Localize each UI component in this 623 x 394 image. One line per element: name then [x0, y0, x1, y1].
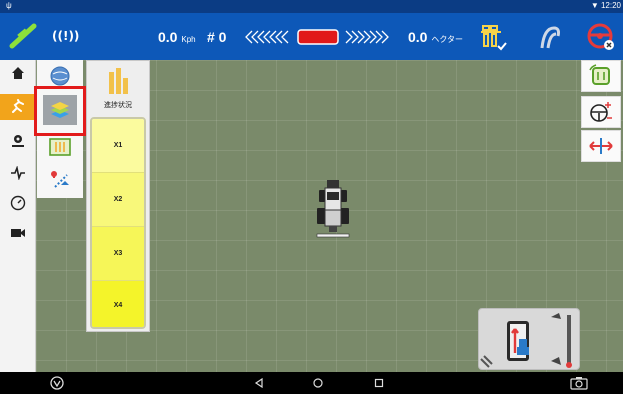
- progress-row-x1[interactable]: X1: [92, 119, 144, 173]
- tractor-run-icon: [12, 99, 24, 113]
- row-number: # 0: [207, 29, 227, 45]
- guidance-center-indicator: [297, 29, 339, 45]
- progress-panel-header[interactable]: 進捗状況: [87, 61, 149, 115]
- globe-icon: [50, 66, 70, 86]
- home-circle-icon: [313, 378, 323, 388]
- status-bar: ψ ▼ 12:20: [0, 0, 623, 13]
- steering-sensitivity-button[interactable]: [581, 96, 621, 128]
- sidebar-item-gauge[interactable]: [0, 190, 36, 216]
- recents-icon: [374, 378, 384, 388]
- layer-button-route[interactable]: [43, 164, 77, 194]
- field-view-button[interactable]: [581, 60, 621, 92]
- signal-status: ((!)): [52, 29, 80, 43]
- selected-layer-highlight: [34, 86, 86, 136]
- progress-panel: 進捗状況 X1 X2 X3 X4: [86, 60, 150, 332]
- tractor-icon: [316, 180, 350, 238]
- sidebar-item-camera[interactable]: [0, 220, 36, 246]
- clock-time: 12:20: [600, 1, 621, 10]
- left-sidebar: [0, 60, 36, 372]
- sidebar-item-home[interactable]: [0, 60, 36, 86]
- pulse-icon: [11, 166, 25, 180]
- sidebar-item-settings[interactable]: [0, 128, 36, 154]
- recents-button[interactable]: [372, 375, 386, 391]
- progress-row-x4[interactable]: X4: [92, 281, 144, 327]
- home-icon: [12, 67, 24, 79]
- area-readout: 0.0 ヘクター: [408, 29, 463, 45]
- offset-arrows-icon: [589, 138, 613, 154]
- speed-readout: 0.0 Kph: [158, 29, 196, 45]
- steering-control-widget[interactable]: [478, 308, 580, 370]
- curve-path-icon[interactable]: [536, 22, 566, 52]
- satellite-icon[interactable]: [8, 23, 38, 49]
- speed-unit: Kph: [181, 35, 196, 44]
- progress-row-x3[interactable]: X3: [92, 227, 144, 281]
- offset-button[interactable]: [581, 130, 621, 162]
- field-icon: [49, 138, 71, 156]
- speed-value: 0.0: [158, 29, 178, 45]
- guidance-lightbar: [245, 29, 389, 45]
- implement-icon[interactable]: [478, 22, 508, 52]
- brand-logo-icon: [50, 376, 64, 390]
- top-toolbar: ((!)) 0.0 Kph # 0 0.0 ヘクター: [0, 13, 623, 60]
- steering-disabled-icon[interactable]: [586, 22, 616, 52]
- system-nav-bar: [0, 372, 623, 394]
- settings-icon: [12, 135, 24, 147]
- screenshot-camera-icon: [570, 377, 588, 390]
- home-button[interactable]: [311, 375, 325, 391]
- usb-icon: ψ: [6, 1, 12, 10]
- route-icon: [51, 171, 69, 188]
- back-icon: [254, 378, 263, 388]
- auto-steer-icon: [480, 313, 572, 368]
- area-unit: ヘクター: [431, 35, 464, 44]
- brand-logo-button[interactable]: [48, 375, 66, 391]
- screenshot-button[interactable]: [568, 375, 590, 391]
- wifi-icon: ▼: [590, 1, 599, 10]
- area-value: 0.0: [408, 29, 428, 45]
- sidebar-item-run[interactable]: [0, 94, 36, 120]
- gauge-icon: [10, 195, 26, 211]
- back-button[interactable]: [252, 375, 266, 391]
- layer-button-field[interactable]: [43, 132, 77, 162]
- field-view-icon: [589, 64, 610, 85]
- camera-icon: [11, 229, 25, 237]
- sidebar-item-diagnostics[interactable]: [0, 160, 36, 186]
- progress-rows: X1 X2 X3 X4: [90, 117, 146, 329]
- progress-panel-title: 進捗状況: [104, 102, 132, 109]
- steering-wheel-icon: [590, 102, 612, 122]
- progress-chart-icon: [109, 68, 128, 94]
- progress-row-x2[interactable]: X2: [92, 173, 144, 227]
